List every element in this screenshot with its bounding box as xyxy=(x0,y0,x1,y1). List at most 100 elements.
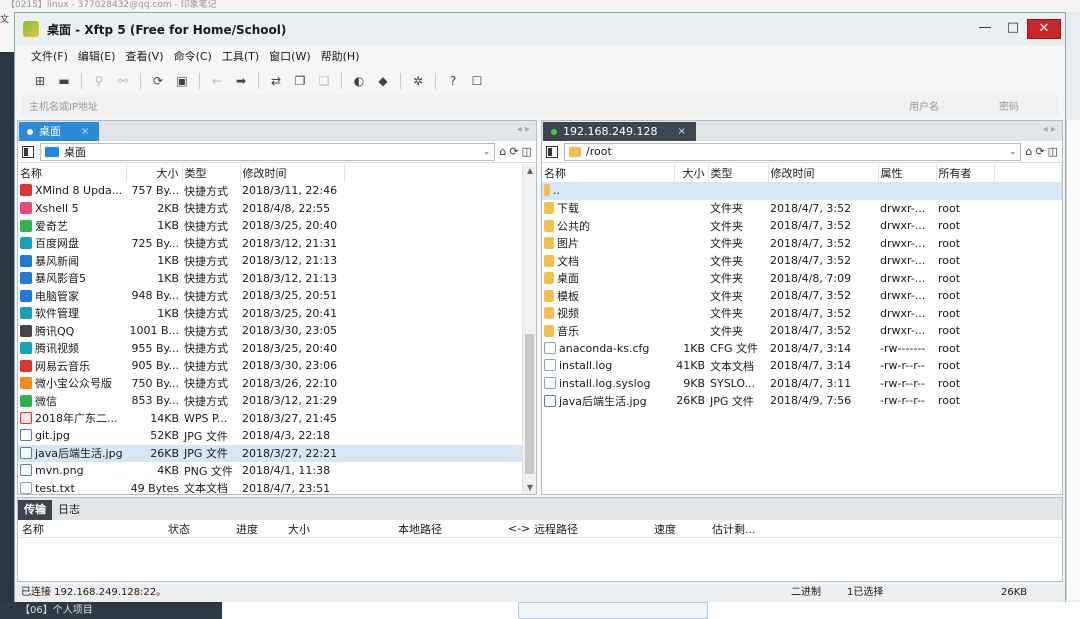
file-row[interactable]: git.jpg 52KB JPG 文件 2018/4/3, 22:18 xyxy=(18,427,536,445)
xshell-icon[interactable]: ◐ xyxy=(350,72,368,90)
tab-transfer[interactable]: 传输 xyxy=(18,500,52,520)
file-row[interactable]: 2018年广东二... 14KB WPS P... 2018/3/27, 21:45 xyxy=(18,410,536,428)
file-row[interactable]: test.txt 49 Bytes 文本文档 2018/4/7, 23:51 xyxy=(18,480,536,494)
transfer-col-local-path[interactable]: 本地路径 xyxy=(398,521,442,537)
paste-icon[interactable]: ❏ xyxy=(315,72,333,90)
tab-remote-host[interactable]: 192.168.249.128 × xyxy=(543,122,696,141)
open-folder-icon[interactable]: ▬ xyxy=(55,72,73,90)
transfer-col-status[interactable]: 状态 xyxy=(168,521,190,537)
refresh-path-icon[interactable]: ⟳ xyxy=(509,145,518,158)
column-header-size[interactable]: 大小 xyxy=(126,164,183,182)
file-row[interactable]: 模板 文件夹 2018/4/7, 3:52 drwxr-... root xyxy=(542,287,1062,305)
file-row[interactable]: 公共的 文件夹 2018/4/7, 3:52 drwxr-... root xyxy=(542,217,1062,235)
column-header-attributes[interactable]: 属性 xyxy=(878,164,937,182)
file-row[interactable]: 腾讯视频 955 By... 快捷方式 2018/3/25, 20:40 xyxy=(18,340,536,358)
column-header-owner[interactable]: 所有者 xyxy=(936,164,995,182)
refresh-path-icon[interactable]: ⟳ xyxy=(1035,145,1044,158)
column-header-size[interactable]: 大小 xyxy=(674,164,709,182)
file-row[interactable]: install.log 41KB 文本文档 2018/4/7, 3:14 -rw-r--… xyxy=(542,357,1062,375)
tab-close-icon[interactable]: × xyxy=(677,122,685,141)
username-input[interactable]: 用户名 xyxy=(909,98,999,113)
transfer-col-direction[interactable]: <-> xyxy=(508,522,530,535)
transfer-col-eta[interactable]: 估计剩... xyxy=(712,521,756,537)
close-button[interactable]: ✕ xyxy=(1027,19,1061,39)
terminal-icon[interactable]: ▣ xyxy=(173,72,191,90)
view-mode-icon[interactable]: ◫ xyxy=(1048,145,1058,158)
tab-log[interactable]: 日志 xyxy=(52,500,86,520)
file-row[interactable]: 腾讯QQ 1001 B... 快捷方式 2018/3/30, 23:05 xyxy=(18,322,536,340)
back-arrow-icon[interactable]: ← xyxy=(208,72,226,90)
password-input[interactable]: 密码 xyxy=(999,98,1059,113)
forward-arrow-icon[interactable]: ➡ xyxy=(232,72,250,90)
pane-toggle-icon[interactable] xyxy=(22,145,34,158)
file-row[interactable]: 音乐 文件夹 2018/4/7, 3:52 drwxr-... root xyxy=(542,322,1062,340)
chevron-down-icon[interactable]: ⌄ xyxy=(1009,147,1021,157)
menu-view[interactable]: 查看(V) xyxy=(125,48,163,64)
file-row[interactable]: 图片 文件夹 2018/4/7, 3:52 drwxr-... root xyxy=(542,235,1062,253)
file-row[interactable]: java后端生活.jpg 26KB JPG 文件 2018/4/9, 7:56 -rw-… xyxy=(542,392,1062,410)
file-row[interactable]: 微信 853 By... 快捷方式 2018/3/12, 21:29 xyxy=(18,392,536,410)
unlink-icon[interactable]: ⚯ xyxy=(114,72,132,90)
file-row[interactable]: 电脑管家 948 By... 快捷方式 2018/3/25, 20:51 xyxy=(18,287,536,305)
file-row[interactable]: XMind 8 Upda... 757 By... 快捷方式 2018/3/11, 2… xyxy=(18,182,536,200)
transfer-icon[interactable]: ⇄ xyxy=(267,72,285,90)
file-row[interactable]: 网易云音乐 905 By... 快捷方式 2018/3/30, 23:06 xyxy=(18,357,536,375)
minimize-button[interactable]: — xyxy=(971,19,999,39)
file-row[interactable]: 视频 文件夹 2018/4/7, 3:52 drwxr-... root xyxy=(542,305,1062,323)
refresh-icon[interactable]: ⟳ xyxy=(149,72,167,90)
pane-toggle-icon[interactable] xyxy=(546,145,558,158)
file-row[interactable]: mvn.png 4KB PNG 文件 2018/4/1, 11:38 xyxy=(18,462,536,480)
file-row[interactable]: 暴风新闻 1KB 快捷方式 2018/3/12, 21:13 xyxy=(18,252,536,270)
column-header-type[interactable]: 类型 xyxy=(708,164,769,182)
transfer-col-remote-path[interactable]: 远程路径 xyxy=(534,521,578,537)
transfer-col-progress[interactable]: 进度 xyxy=(236,521,258,537)
column-header-type[interactable]: 类型 xyxy=(182,164,241,182)
background-note-item[interactable]: 【06】个人项目 xyxy=(20,602,93,619)
local-path-select[interactable]: 桌面 ⌄ xyxy=(40,142,496,161)
scroll-down-icon[interactable]: ▼ xyxy=(523,483,537,492)
file-row[interactable]: 百度网盘 725 By... 快捷方式 2018/3/12, 21:31 xyxy=(18,235,536,253)
menu-file[interactable]: 文件(F) xyxy=(31,48,68,64)
tab-local-desktop[interactable]: 桌面 × xyxy=(19,122,100,141)
transfer-col-size[interactable]: 大小 xyxy=(288,521,310,537)
file-row[interactable]: 软件管理 1KB 快捷方式 2018/3/25, 20:41 xyxy=(18,305,536,323)
menu-command[interactable]: 命令(C) xyxy=(174,48,212,64)
copy-icon[interactable]: ❐ xyxy=(291,72,309,90)
transfer-col-name[interactable]: 名称 xyxy=(22,521,44,537)
transfer-col-speed[interactable]: 速度 xyxy=(654,521,676,537)
menu-tools[interactable]: 工具(T) xyxy=(222,48,259,64)
file-row[interactable]: Xshell 5 2KB 快捷方式 2018/4/8, 22:55 xyxy=(18,200,536,218)
menu-window[interactable]: 窗口(W) xyxy=(269,48,310,64)
menu-help[interactable]: 帮助(H) xyxy=(321,48,360,64)
column-header-modified[interactable]: 修改时间 xyxy=(768,164,879,182)
link-icon[interactable]: ⚲ xyxy=(90,72,108,90)
home-icon[interactable]: ⌂ xyxy=(1025,145,1032,158)
file-row[interactable]: java后端生活.jpg 26KB JPG 文件 2018/3/27, 22:21 xyxy=(18,444,536,462)
local-scrollbar[interactable]: ▲ ▼ xyxy=(522,164,536,494)
chevron-down-icon[interactable]: ⌄ xyxy=(483,147,495,157)
scroll-thumb[interactable] xyxy=(525,334,534,474)
menu-edit[interactable]: 编辑(E) xyxy=(78,48,116,64)
file-row[interactable]: 爱奇艺 1KB 快捷方式 2018/3/25, 20:40 xyxy=(18,217,536,235)
file-row[interactable]: 文档 文件夹 2018/4/7, 3:52 drwxr-... root xyxy=(542,252,1062,270)
file-row[interactable]: 桌面 文件夹 2018/4/8, 7:09 drwxr-... root xyxy=(542,270,1062,288)
scroll-up-icon[interactable]: ▲ xyxy=(523,166,537,175)
help-icon[interactable]: ? xyxy=(444,72,462,90)
file-row[interactable]: 暴风影音5 1KB 快捷方式 2018/3/12, 21:13 xyxy=(18,270,536,288)
tab-nav-arrows-icon[interactable]: ◂ ▸ xyxy=(1043,124,1056,135)
settings-gear-icon[interactable]: ✲ xyxy=(409,72,427,90)
home-icon[interactable]: ⌂ xyxy=(499,145,506,158)
host-input[interactable]: 主机名或IP地址 xyxy=(29,98,909,113)
view-mode-icon[interactable]: ◫ xyxy=(522,145,532,158)
file-row[interactable]: .. xyxy=(542,182,1062,200)
file-row[interactable]: 微小宝公众号版 750 By... 快捷方式 2018/3/26, 22:10 xyxy=(18,375,536,393)
column-header-modified[interactable]: 修改时间 xyxy=(240,164,345,182)
column-header-name[interactable]: 名称 xyxy=(18,164,127,182)
column-header-name[interactable]: 名称 xyxy=(542,164,675,182)
file-row[interactable]: anaconda-ks.cfg 1KB CFG 文件 2018/4/7, 3:14 -r… xyxy=(542,340,1062,358)
tab-close-icon[interactable]: × xyxy=(81,122,89,141)
maximize-button[interactable]: □ xyxy=(999,19,1027,39)
file-row[interactable]: install.log.syslog 9KB SYSLO... 2018/4/7, 3… xyxy=(542,375,1062,393)
xftp-icon[interactable]: ◆ xyxy=(374,72,392,90)
remote-path-select[interactable]: /root ⌄ xyxy=(564,142,1022,161)
